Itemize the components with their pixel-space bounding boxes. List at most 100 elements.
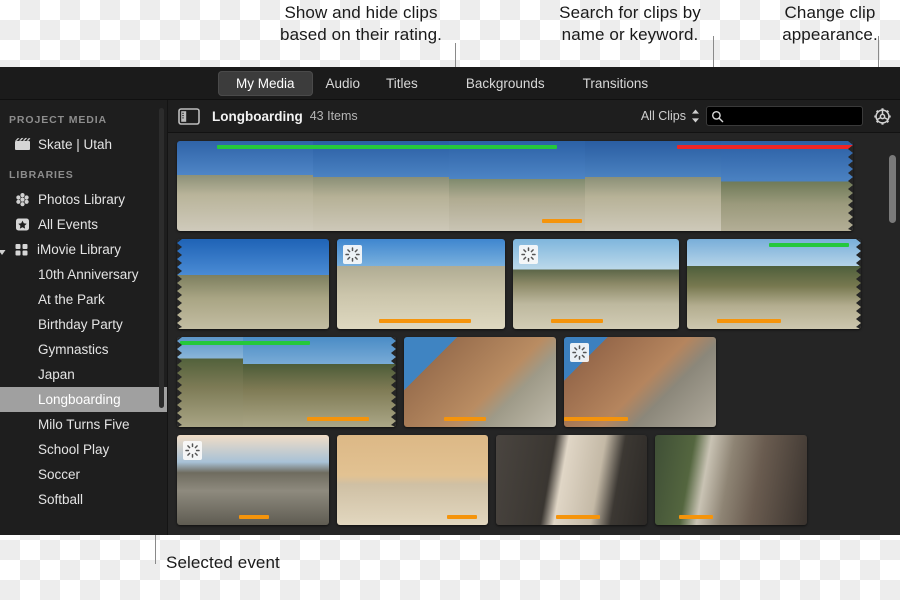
keyword-bar [679, 515, 713, 519]
window-body: PROJECT MEDIA Skate | Utah LIBRARIES Pho… [0, 100, 900, 535]
sidebar-item-all-events[interactable]: All Events [0, 212, 167, 237]
search-icon [711, 110, 724, 123]
filter-value-label[interactable]: All Clips [641, 109, 686, 123]
processing-spinner-icon [183, 441, 202, 460]
clip-thumbnails [177, 239, 329, 329]
processing-spinner-icon [343, 245, 362, 264]
sidebar-item-label: Skate | Utah [38, 137, 113, 152]
clip-row [177, 141, 900, 231]
clip-item[interactable] [404, 337, 556, 427]
clip-thumbnails [404, 337, 556, 427]
clip-item[interactable] [337, 239, 505, 329]
sidebar-item-imovie-library[interactable]: iMovie Library [0, 237, 167, 262]
sidebar-item-10th-anniversary[interactable]: 10th Anniversary [0, 262, 167, 287]
clip-grid [168, 133, 900, 535]
sidebar-item-label: Softball [38, 492, 84, 507]
clip-thumbnails [496, 435, 647, 525]
imovie-window: My Media Audio Titles Backgrounds Transi… [0, 67, 900, 535]
search-input[interactable] [724, 109, 854, 123]
sidebar-item-skate-utah[interactable]: Skate | Utah [0, 132, 167, 157]
sidebar-item-longboarding[interactable]: Longboarding [0, 387, 167, 412]
sidebar-item-milo-turns-five[interactable]: Milo Turns Five [0, 412, 167, 437]
filmstrip-serration-icon [177, 239, 182, 329]
clip-row [177, 239, 900, 329]
keyword-bar [542, 219, 582, 223]
filmstrip-serration-icon [856, 239, 861, 329]
clip-thumbnails [687, 239, 861, 329]
keyword-bar [551, 319, 603, 323]
keyword-bar [556, 515, 600, 519]
sidebar-item-label: iMovie Library [37, 242, 122, 257]
search-field[interactable] [706, 106, 863, 126]
sidebar-item-birthday-party[interactable]: Birthday Party [0, 312, 167, 337]
clip-item[interactable] [655, 435, 807, 525]
grid-scrollbar[interactable] [889, 155, 896, 223]
sidebar-section-libraries: LIBRARIES [9, 169, 74, 181]
sidebar-toggle-icon[interactable] [178, 107, 200, 125]
clip-thumbnails [655, 435, 807, 525]
clip-item[interactable] [177, 239, 329, 329]
browser-toolbar: Longboarding 43 Items All Clips [168, 100, 900, 133]
sidebar-item-label: School Play [38, 442, 110, 457]
filmstrip-serration-icon [391, 337, 396, 427]
clip-item[interactable] [177, 141, 853, 231]
sidebar-item-japan[interactable]: Japan [0, 362, 167, 387]
keyword-bar [307, 417, 369, 421]
sidebar-item-label: Gymnastics [38, 342, 109, 357]
tab-my-media[interactable]: My Media [218, 71, 313, 96]
clapperboard-icon [14, 137, 31, 152]
stepper-chevrons-icon[interactable] [691, 108, 700, 124]
clip-item[interactable] [564, 337, 716, 427]
sidebar-item-label: All Events [38, 217, 99, 232]
tab-audio[interactable]: Audio [313, 71, 374, 96]
filmstrip-serration-icon [848, 141, 853, 231]
sidebar-section-project-media: PROJECT MEDIA [9, 114, 108, 126]
clip-item[interactable] [513, 239, 679, 329]
tab-titles[interactable]: Titles [373, 71, 431, 96]
filmstrip-serration-icon [177, 337, 182, 427]
keyword-bar [239, 515, 269, 519]
sidebar-scrollbar[interactable] [159, 108, 164, 408]
tab-bar: My Media Audio Titles Backgrounds Transi… [0, 67, 900, 100]
clip-item[interactable] [687, 239, 861, 329]
tab-backgrounds[interactable]: Backgrounds [453, 71, 558, 96]
clip-item[interactable] [496, 435, 647, 525]
sidebar-item-label: Photos Library [38, 192, 126, 207]
processing-spinner-icon [519, 245, 538, 264]
keyword-bar [444, 417, 486, 421]
gear-icon[interactable] [872, 106, 893, 127]
clip-row [177, 337, 900, 427]
callout-selected-event: Selected event [166, 553, 280, 572]
processing-spinner-icon [570, 343, 589, 362]
sidebar-item-label: Birthday Party [38, 317, 123, 332]
sidebar-item-soccer[interactable]: Soccer [0, 462, 167, 487]
photos-icon [14, 192, 31, 207]
media-browser: Longboarding 43 Items All Clips [168, 100, 900, 535]
keyword-bar [564, 417, 628, 421]
clip-item[interactable] [177, 435, 329, 525]
favorite-rating-bar [769, 243, 849, 247]
clip-item[interactable] [177, 337, 396, 427]
event-title: Longboarding [212, 108, 303, 124]
item-count: 43 Items [309, 109, 358, 123]
sidebar-item-gymnastics[interactable]: Gymnastics [0, 337, 167, 362]
grid-squares-icon [13, 242, 30, 257]
rejected-rating-bar [677, 145, 853, 149]
tab-transitions[interactable]: Transitions [570, 71, 662, 96]
sidebar-item-label: Longboarding [38, 392, 121, 407]
sidebar-item-at-the-park[interactable]: At the Park [0, 287, 167, 312]
sidebar-item-label: Milo Turns Five [38, 417, 130, 432]
chevron-down-icon[interactable] [0, 245, 7, 255]
clip-thumbnails [177, 337, 396, 427]
sidebar-item-photos-library[interactable]: Photos Library [0, 187, 167, 212]
star-box-icon [14, 217, 31, 232]
sidebar-item-label: Soccer [38, 467, 81, 482]
sidebar-item-softball[interactable]: Softball [0, 487, 167, 512]
clip-item[interactable] [337, 435, 488, 525]
clip-thumbnails [337, 239, 505, 329]
clip-thumbnails [337, 435, 488, 525]
sidebar-item-school-play[interactable]: School Play [0, 437, 167, 462]
keyword-bar [717, 319, 781, 323]
clip-thumbnails [177, 141, 853, 231]
sidebar: PROJECT MEDIA Skate | Utah LIBRARIES Pho… [0, 100, 168, 535]
